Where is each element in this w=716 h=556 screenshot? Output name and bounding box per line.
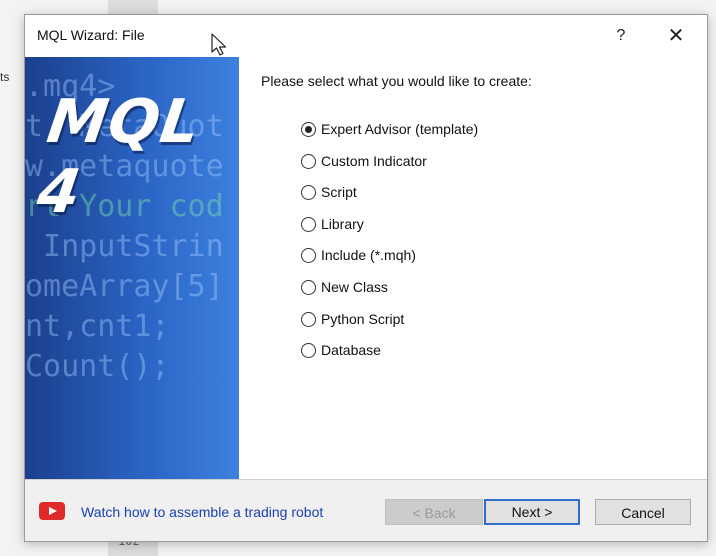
radio-button[interactable] — [301, 248, 316, 264]
editor-left-fragment: ts — [0, 70, 10, 84]
banner-code-line: Count(); — [25, 349, 170, 384]
help-button[interactable]: ? — [605, 21, 637, 51]
mql4-banner: .mq4> t MetaQuot w.metaquote rt Your cod In… — [25, 57, 239, 479]
banner-code-line: nt,cnt1; — [25, 309, 170, 344]
back-button[interactable]: < Back — [385, 499, 483, 525]
banner-code-line: omeArray[5] — [25, 269, 224, 304]
cancel-button[interactable]: Cancel — [595, 499, 691, 525]
youtube-icon[interactable] — [39, 502, 65, 520]
window-title: MQL Wizard: File — [37, 27, 145, 43]
radio-button[interactable] — [301, 153, 316, 169]
title-bar[interactable]: MQL Wizard: File ? ✕ — [25, 15, 707, 57]
option-label: Custom Indicator — [321, 152, 427, 169]
mql-wizard-dialog: MQL Wizard: File ? ✕ .mq4> t MetaQuot w.me… — [24, 14, 708, 542]
mouse-cursor-icon — [211, 33, 227, 56]
radio-button[interactable] — [301, 343, 316, 359]
option-label: Library — [321, 215, 364, 232]
selection-prompt: Please select what you would like to cre… — [261, 73, 532, 89]
radio-button[interactable] — [301, 122, 316, 137]
mql4-logo: MQL 4 — [33, 87, 205, 227]
banner-code-line: InputStrin — [25, 229, 224, 264]
radio-button[interactable] — [301, 185, 316, 201]
option-label: Expert Advisor (template) — [321, 121, 479, 137]
next-button[interactable]: Next > — [484, 499, 580, 525]
close-button[interactable]: ✕ — [659, 21, 693, 51]
option-label: New Class — [321, 279, 388, 295]
radio-button[interactable] — [301, 216, 316, 232]
tutorial-video-link[interactable]: Watch how to assemble a trading robot — [81, 504, 323, 520]
dialog-footer: Watch how to assemble a trading robot < … — [25, 480, 707, 541]
option-label: Script — [321, 184, 357, 201]
option-label: Database — [321, 342, 381, 359]
option-label: Python Script — [321, 310, 405, 327]
radio-button[interactable] — [301, 311, 316, 327]
radio-button[interactable] — [301, 280, 316, 295]
option-label: Include (*.mqh) — [321, 247, 416, 264]
